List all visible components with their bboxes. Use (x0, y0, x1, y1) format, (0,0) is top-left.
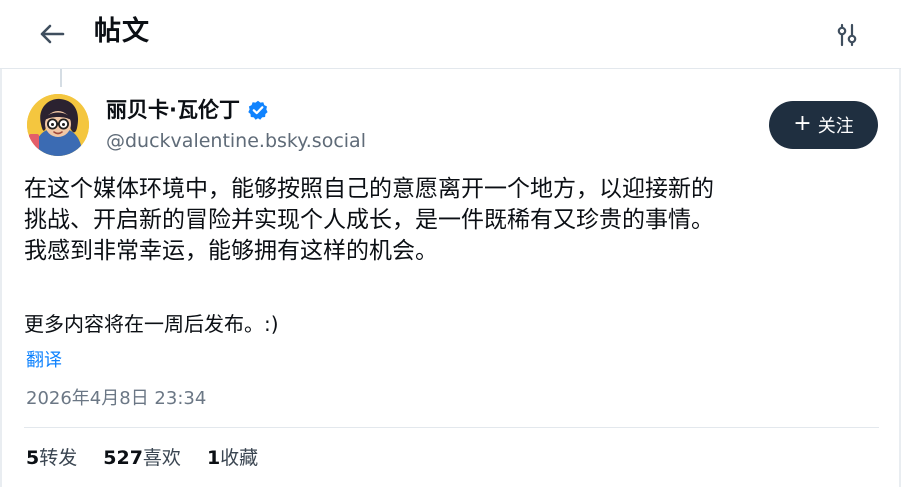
reposts-stat[interactable]: 5 转发 (26, 444, 77, 472)
reposts-count: 5 (26, 447, 40, 469)
author-name[interactable]: 丽贝卡·瓦伦丁 (106, 96, 240, 124)
saves-count: 1 (206, 447, 221, 469)
likes-stat[interactable]: 527 喜欢 (103, 444, 181, 472)
post-text-line: 在这个媒体环境中，能够按照自己的意愿离开一个地方，以迎接新的 (24, 176, 714, 202)
header-divider (0, 68, 901, 69)
avatar-illustration (27, 94, 89, 156)
reposts-label: 转发 (39, 447, 78, 469)
post-timestamp: 2026年4月8日 23:34 (26, 388, 207, 409)
post-text-line: 挑战、开启新的冒险并实现个人成长，是一件既稀有又珍贵的事情。 (24, 207, 714, 233)
engagement-stats: 5 转发 527 喜欢 1 收藏 (26, 444, 258, 472)
likes-count: 527 (103, 447, 143, 469)
left-border (0, 0, 2, 487)
back-button[interactable] (34, 16, 70, 52)
meta-divider (24, 427, 879, 428)
saves-stat[interactable]: 1 收藏 (207, 444, 258, 472)
post-body: 在这个媒体环境中，能够按照自己的意愿离开一个地方，以迎接新的 挑战、开启新的冒险… (24, 174, 884, 267)
thread-settings-button[interactable] (830, 18, 864, 52)
header-bar: 帖文 (0, 0, 901, 68)
author-name-row[interactable]: 丽贝卡·瓦伦丁 (106, 96, 268, 124)
plus-icon: + (793, 111, 812, 136)
likes-label: 喜欢 (142, 447, 181, 469)
translate-link[interactable]: 翻译 (26, 347, 62, 375)
thread-connector (60, 69, 62, 87)
sliders-icon (837, 23, 857, 47)
author-handle[interactable]: @duckvalentine.bsky.social (106, 128, 366, 154)
follow-button[interactable]: + 关注 (769, 101, 878, 149)
verified-badge-icon (248, 100, 268, 120)
follow-label: 关注 (817, 116, 854, 137)
post-text-extra: 更多内容将在一周后发布。:) (24, 312, 279, 336)
arrow-left-icon (40, 24, 65, 44)
post-thread-view: 帖文 丽贝卡·瓦伦丁 @duckvalentine.bsky.social + … (0, 0, 901, 487)
post-text-line: 我感到非常幸运，能够拥有这样的机会。 (24, 238, 438, 264)
avatar[interactable] (27, 94, 89, 156)
saves-label: 收藏 (220, 447, 259, 469)
page-title: 帖文 (94, 16, 150, 47)
